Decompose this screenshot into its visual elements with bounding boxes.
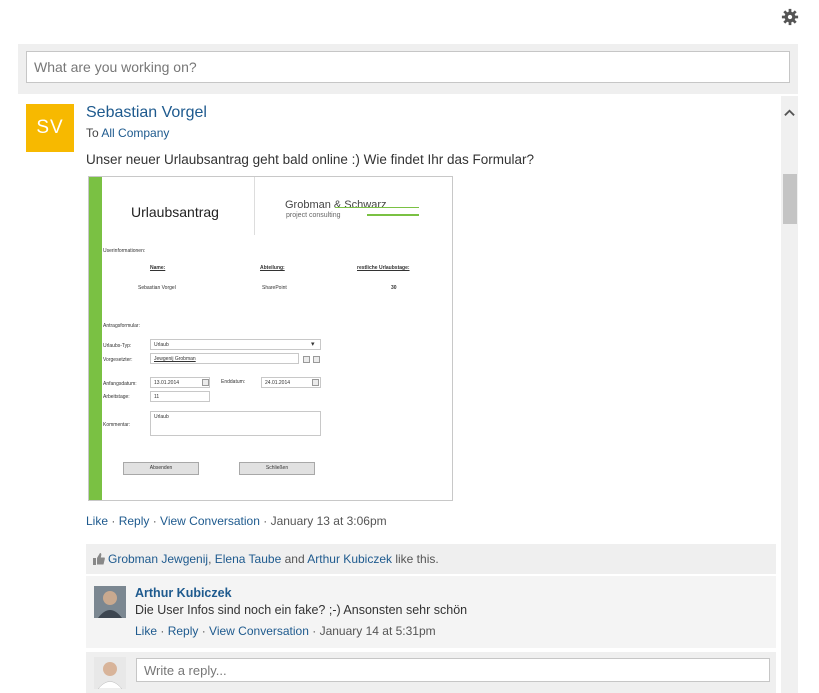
form-title: Urlaubsantrag <box>131 204 219 220</box>
end-value: 24.01.2014 <box>265 380 291 386</box>
supervisor-value: Jewgenij Grobman <box>154 356 196 362</box>
logo-name: Grobman & Schwarz <box>285 199 387 211</box>
val-days: 30 <box>391 285 397 291</box>
post-timestamp: January 13 at 3:06pm <box>270 514 387 528</box>
type-value: Urlaub <box>154 342 169 348</box>
col-dept: Abteilung: <box>260 265 285 271</box>
thumbs-up-icon <box>93 553 105 565</box>
post-author[interactable]: Sebastian Vorgel <box>86 104 207 122</box>
audience-link[interactable]: All Company <box>101 126 169 140</box>
section-user: Userinformationen: <box>103 248 146 254</box>
attachment-image[interactable]: Urlaubsantrag Grobman & Schwarz project … <box>88 176 453 501</box>
reply-input[interactable]: Write a reply... <box>136 658 770 682</box>
supervisor-field: Jewgenij Grobman <box>150 353 299 364</box>
start-value: 13.01.2014 <box>154 380 180 386</box>
audience-prefix: To <box>86 126 99 140</box>
reply-timestamp: January 14 at 5:31pm <box>319 624 436 638</box>
val-name: Sebastian Vorgel <box>138 285 176 291</box>
comment-field: Urlaub <box>150 411 321 436</box>
reply-actions: Like · Reply · View Conversation · Janua… <box>135 624 436 638</box>
likes-bar: Grobman Jewgenij, Elena Taube and Arthur… <box>86 544 776 574</box>
feed: SV Sebastian Vorgel To All Company Unser… <box>18 96 798 693</box>
comment-value: Urlaub <box>154 414 169 420</box>
days-field: 11 <box>150 391 210 402</box>
chevron-up-icon[interactable] <box>784 108 795 119</box>
liker-link[interactable]: Grobman Jewgenij <box>108 552 208 566</box>
reply-link[interactable]: Reply <box>168 624 199 638</box>
chevron-down-icon: ▾ <box>311 341 315 348</box>
publisher: What are you working on? <box>18 44 798 94</box>
avatar[interactable]: SV <box>26 104 74 152</box>
type-field: Urlaub <box>150 339 321 350</box>
scrollbar[interactable] <box>781 96 798 693</box>
people-picker-icon <box>303 356 310 363</box>
val-dept: SharePoint <box>262 285 287 291</box>
post-audience: To All Company <box>86 126 169 140</box>
supervisor-label: Vorgesetzter: <box>103 357 133 363</box>
status-input[interactable]: What are you working on? <box>26 51 790 83</box>
start-field: 13.01.2014 <box>150 377 210 388</box>
address-book-icon <box>313 356 320 363</box>
col-days: restliche Urlaubstage: <box>357 265 410 271</box>
avatar[interactable] <box>94 586 126 618</box>
submit-button: Absenden <box>123 462 199 475</box>
end-label: Enddatum: <box>221 379 246 385</box>
days-label: Arbeitstage: <box>103 394 130 400</box>
comment-label: Kommentar: <box>103 422 131 428</box>
liker-link[interactable]: Arthur Kubiczek <box>307 552 392 566</box>
type-label: Urlaubs-Typ: <box>103 343 132 349</box>
like-link[interactable]: Like <box>86 514 108 528</box>
close-button: Schließen <box>239 462 315 475</box>
likes-text: Grobman Jewgenij, Elena Taube and Arthur… <box>108 552 439 566</box>
reply-item: Arthur Kubiczek Die User Infos sind noch… <box>86 576 776 648</box>
form-accent-bar <box>89 177 102 500</box>
days-value: 11 <box>154 394 160 400</box>
reply-author[interactable]: Arthur Kubiczek <box>135 586 232 600</box>
header-divider <box>254 177 255 235</box>
scrollbar-thumb[interactable] <box>783 174 797 224</box>
reply-link[interactable]: Reply <box>119 514 150 528</box>
likes-suffix: like this. <box>395 552 439 566</box>
avatar <box>94 657 126 689</box>
person-photo-icon <box>94 586 126 618</box>
view-conversation-link[interactable]: View Conversation <box>160 514 260 528</box>
calendar-icon <box>312 379 319 386</box>
logo-rule-accent <box>367 214 419 216</box>
liker-link[interactable]: Elena Taube <box>215 552 282 566</box>
gear-icon[interactable] <box>781 8 799 26</box>
like-link[interactable]: Like <box>135 624 157 638</box>
calendar-icon <box>202 379 209 386</box>
view-conversation-link[interactable]: View Conversation <box>209 624 309 638</box>
person-photo-icon <box>94 657 126 689</box>
logo-sub: project consulting <box>286 212 341 219</box>
reply-text: Die User Infos sind noch ein fake? ;-) A… <box>135 603 468 617</box>
post-text: Unser neuer Urlaubsantrag geht bald onli… <box>86 152 534 167</box>
post-actions: Like · Reply · View Conversation · Janua… <box>86 514 387 528</box>
section-form: Antragsformular: <box>103 323 140 329</box>
reply-composer: Write a reply... <box>86 652 776 693</box>
logo-rule <box>335 207 419 208</box>
start-label: Anfangsdatum: <box>103 381 137 387</box>
col-name: Name: <box>150 265 166 271</box>
likes-and: and <box>284 552 305 566</box>
